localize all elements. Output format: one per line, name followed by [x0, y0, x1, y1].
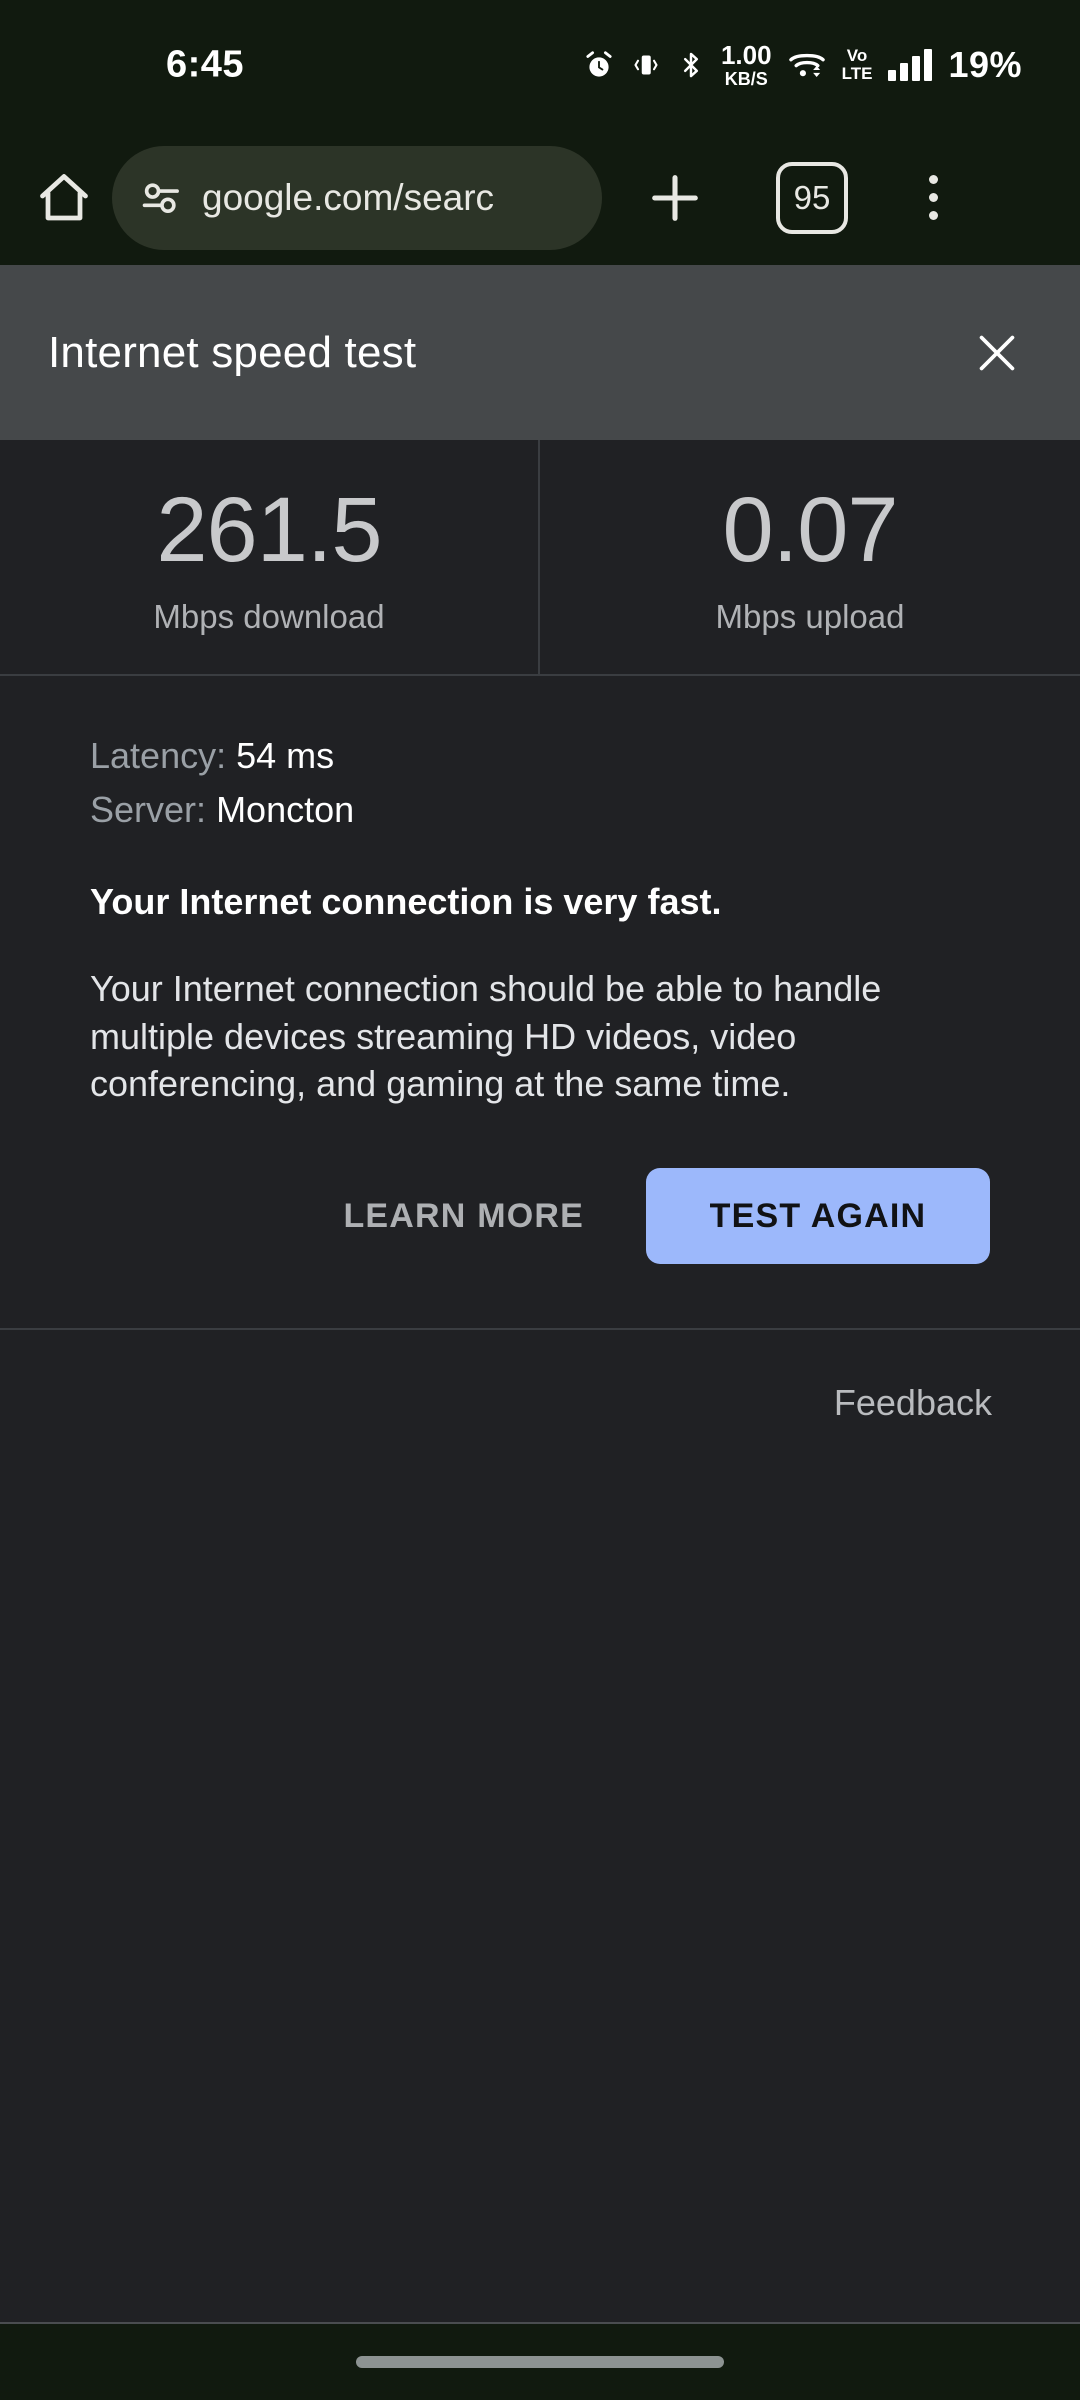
page-empty-space [0, 1424, 1080, 2322]
page-info-tune-icon[interactable] [138, 175, 184, 221]
feedback-link[interactable]: Feedback [834, 1382, 992, 1424]
cellular-signal-icon [888, 49, 933, 81]
download-result: 261.5 Mbps download [0, 440, 540, 674]
wifi-icon [788, 49, 826, 81]
vibrate-icon [631, 50, 661, 80]
server-row: Server: Moncton [90, 790, 990, 830]
test-again-button[interactable]: TEST AGAIN [646, 1168, 990, 1265]
volte-indicator: Vo LTE [842, 47, 873, 83]
phone-screen: 6:45 1.00 KB/S Vo LTE 19% google.com/sea… [0, 0, 1080, 2400]
bluetooth-icon [677, 49, 705, 81]
volte-line-2: LTE [841, 64, 873, 83]
latency-row: Latency: 54 ms [90, 735, 990, 776]
data-rate-unit: KB/S [724, 69, 768, 89]
status-bar-clock: 6:45 [166, 43, 245, 86]
url-bar[interactable]: google.com/searc [112, 145, 602, 250]
alarm-clock-icon [583, 49, 615, 81]
home-gesture-pill[interactable] [356, 2356, 724, 2368]
browser-toolbar: google.com/searc 95 [0, 130, 1080, 265]
volte-line-1: Vo [846, 46, 868, 66]
battery-percentage: 19% [948, 44, 1022, 85]
download-value: 261.5 [156, 479, 382, 581]
speed-test-header: Internet speed test [0, 265, 1080, 440]
close-icon[interactable] [962, 318, 1032, 388]
data-rate-indicator: 1.00 KB/S [721, 42, 772, 88]
server-label: Server: [90, 789, 207, 831]
upload-value: 0.07 [722, 479, 898, 581]
three-dot-menu-icon[interactable] [898, 158, 968, 238]
connection-description: Your Internet connection should be able … [90, 967, 882, 1105]
connection-summary: Your Internet connection is very fast. [90, 880, 722, 922]
url-text[interactable]: google.com/searc [202, 177, 494, 219]
speed-results: 261.5 Mbps download 0.07 Mbps upload [0, 440, 1080, 676]
tab-count-label: 95 [793, 178, 831, 216]
plus-icon[interactable] [630, 153, 720, 243]
download-label: Mbps download [153, 598, 385, 635]
system-navigation-bar [0, 2322, 1080, 2400]
status-bar: 6:45 1.00 KB/S Vo LTE 19% [0, 0, 1080, 130]
latency-label: Latency: [90, 735, 227, 776]
speed-test-details: Latency: 54 ms Server: Moncton Your Inte… [0, 676, 1080, 1329]
tab-counter-button[interactable]: 95 [776, 161, 848, 234]
data-rate-value: 1.00 [720, 40, 772, 70]
upload-label: Mbps upload [715, 598, 905, 635]
latency-value: 54 ms [236, 735, 335, 776]
home-icon[interactable] [26, 160, 102, 236]
upload-result: 0.07 Mbps upload [540, 440, 1080, 674]
learn-more-button[interactable]: LEARN MORE [333, 1171, 594, 1262]
feedback-row: Feedback [0, 1330, 1080, 1425]
action-row: LEARN MORE TEST AGAIN [90, 1168, 990, 1328]
page-title: Internet speed test [48, 327, 417, 377]
status-bar-icons: 1.00 KB/S Vo LTE 19% [583, 0, 1040, 130]
server-value: Moncton [216, 789, 355, 831]
